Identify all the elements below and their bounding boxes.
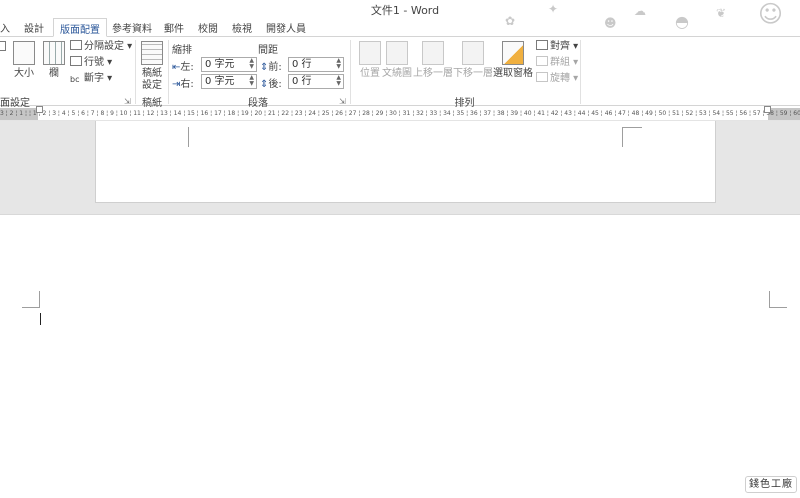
right-indent-marker[interactable] [764, 106, 771, 113]
bring-forward-icon [422, 41, 444, 65]
columns-button[interactable]: 欄 [36, 41, 72, 80]
indent-right-label: ⇥右: [172, 79, 194, 90]
selection-pane-button[interactable]: 選取窗格 [493, 41, 533, 80]
separator [580, 40, 581, 104]
page-setup-launcher-icon[interactable]: ⇲ [124, 97, 131, 106]
line-numbers-button[interactable]: 行號 ▾ [70, 56, 112, 70]
crop-mark [622, 127, 642, 128]
spin-arrows-icon[interactable]: ▲ ▼ [249, 58, 254, 70]
decor-cloud-icon: ☁ [634, 4, 646, 18]
wrap-text-button[interactable]: 文繞圖 [381, 41, 413, 80]
breaks-button[interactable]: 分隔設定 ▾ [70, 40, 132, 54]
group-button[interactable]: 群組 ▾ [536, 56, 578, 70]
tab-developer[interactable]: 開發人員 [266, 18, 306, 36]
tab-view[interactable]: 檢視 [232, 18, 252, 36]
decor-skull-icon: ☻ [604, 16, 617, 30]
separator [350, 40, 351, 104]
rotate-icon [536, 72, 548, 82]
crop-mark [769, 307, 787, 308]
send-backward-icon [462, 41, 484, 65]
title-bar: 文件1 - Word 入 設計 版面配置 參考資料 郵件 校閱 檢視 開發人員 … [0, 0, 800, 37]
hyphenation-icon: bc [70, 73, 82, 84]
align-button[interactable]: 對齊 ▾ [536, 40, 578, 54]
breaks-icon [70, 40, 82, 50]
document-title: 文件1 - Word [370, 4, 440, 17]
wrap-text-icon [386, 41, 408, 65]
indent-header: 縮排 [172, 45, 192, 56]
spin-arrows-icon[interactable]: ▲ ▼ [336, 58, 341, 70]
indent-left-input[interactable]: 0 字元 ▲ ▼ [201, 57, 257, 72]
line-numbers-icon [70, 56, 82, 66]
crop-mark [188, 127, 189, 147]
indent-left-label: ⇤左: [172, 62, 194, 73]
separator [135, 40, 136, 104]
crop-mark [39, 291, 40, 308]
tab-design[interactable]: 設計 [24, 18, 44, 36]
selection-pane-icon [502, 41, 524, 65]
columns-icon [43, 41, 65, 65]
rotate-button[interactable]: 旋轉 ▾ [536, 72, 578, 86]
tab-review[interactable]: 校閱 [198, 18, 218, 36]
spacing-before-input[interactable]: 0 行 ▲ ▼ [288, 57, 344, 72]
position-icon [359, 41, 381, 65]
ribbon: 大小 欄 分隔設定 ▾ 行號 ▾ bc 斷字 ▾ 面設定 ⇲ 稿紙 設定 稿紙 縮… [0, 36, 800, 109]
group-icon [536, 56, 548, 66]
tab-references[interactable]: 參考資料 [112, 18, 152, 36]
previous-page[interactable] [95, 121, 716, 203]
draft-paper-button[interactable]: 稿紙 設定 [137, 41, 167, 92]
paragraph-launcher-icon[interactable]: ⇲ [339, 97, 346, 106]
first-line-indent-marker[interactable] [36, 106, 43, 113]
spacing-after-input[interactable]: 0 行 ▲ ▼ [288, 74, 344, 89]
indent-right-input[interactable]: 0 字元 ▲ ▼ [201, 74, 257, 89]
align-icon [536, 40, 548, 50]
tab-insert[interactable]: 入 [0, 18, 10, 36]
spin-arrows-icon[interactable]: ▲ ▼ [249, 75, 254, 87]
spacing-before-label: ⇕前: [260, 62, 282, 73]
bring-forward-button[interactable]: 上移一層 [413, 41, 453, 80]
columns-label: 欄 [49, 68, 59, 79]
crop-mark [769, 291, 770, 308]
watermark-logo: 錢色工廠 [745, 476, 797, 493]
crop-mark [22, 307, 40, 308]
decor-octopus-icon: ☺ [758, 0, 784, 28]
spin-arrows-icon[interactable]: ▲ ▼ [336, 75, 341, 87]
page-size-icon [13, 41, 35, 65]
text-cursor [40, 313, 41, 325]
separator [168, 40, 169, 104]
current-page[interactable] [0, 214, 800, 498]
spacing-after-label: ⇕後: [260, 79, 282, 90]
decor-bird-icon: ✿ [505, 14, 516, 28]
tab-layout[interactable]: 版面配置 [53, 18, 107, 37]
draft-paper-icon [141, 41, 163, 65]
decor-submarine-icon: ◓ [675, 12, 689, 31]
tab-mailings[interactable]: 郵件 [164, 18, 184, 36]
hyphenation-button[interactable]: bc 斷字 ▾ [70, 72, 112, 86]
decor-star-icon: ✦ [548, 2, 559, 16]
spacing-header: 間距 [258, 45, 278, 56]
draft-line2: 設定 [142, 80, 162, 91]
send-backward-button[interactable]: 下移一層 [453, 41, 493, 80]
draft-line1: 稿紙 [142, 68, 162, 79]
ruler-ticks: 3 ¦ 2 ¦ 1 ¦ ¦ 1 ¦ 2 ¦ 3 ¦ 4 ¦ 5 ¦ 6 ¦ 7 … [0, 110, 800, 117]
decor-fish-icon: ❦ [716, 6, 727, 20]
crop-mark [622, 127, 623, 147]
